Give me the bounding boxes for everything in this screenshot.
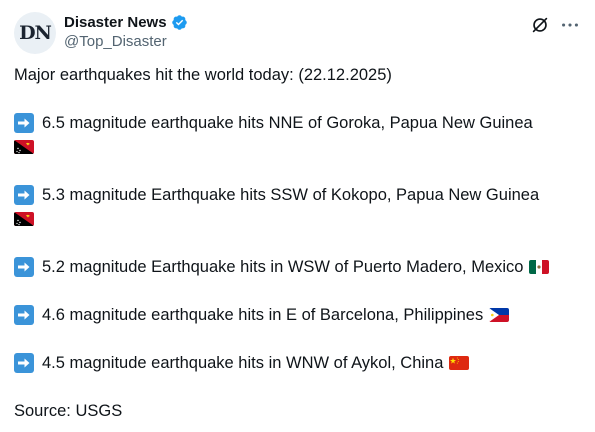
display-name[interactable]: Disaster News (64, 14, 167, 31)
philippines-flag (489, 308, 510, 322)
post-intro: Major earthquakes hit the world today: (… (14, 66, 392, 84)
mexico-flag (529, 260, 550, 274)
item-text: 5.3 magnitude Earthquake hits SSW of Kok… (42, 186, 540, 204)
list-item: 4.6 magnitude earthquake hits in E of Ba… (14, 303, 584, 327)
papua-new-guinea-flag (14, 212, 34, 226)
china-flag (449, 356, 470, 370)
post-body: Major earthquakes hit the world today: (… (14, 63, 584, 423)
grok-icon[interactable] (529, 14, 551, 36)
author-names: Disaster News @Top_Disaster (64, 12, 188, 50)
avatar-logo-text: DN (19, 22, 52, 44)
post-source: Source: USGS (14, 402, 123, 420)
verified-badge-icon (171, 14, 187, 30)
right-arrow-icon (14, 305, 34, 325)
right-arrow-icon (14, 257, 34, 277)
right-arrow-icon (14, 185, 34, 205)
item-text: 6.5 magnitude earthquake hits NNE of Gor… (42, 114, 533, 132)
list-item: 5.3 magnitude Earthquake hits SSW of Kok… (14, 183, 584, 231)
more-options-icon[interactable] (559, 14, 581, 36)
list-item: 4.5 magnitude earthquake hits in WNW of … (14, 351, 584, 375)
item-text: 4.5 magnitude earthquake hits in WNW of … (42, 354, 444, 372)
post-header: DN Disaster News @Top_Disaster (14, 10, 581, 54)
item-text: 5.2 magnitude Earthquake hits in WSW of … (42, 258, 524, 276)
handle[interactable]: @Top_Disaster (64, 33, 188, 50)
right-arrow-icon (14, 113, 34, 133)
list-item: 5.2 magnitude Earthquake hits in WSW of … (14, 255, 584, 279)
avatar[interactable]: DN (14, 12, 56, 54)
list-item: 6.5 magnitude earthquake hits NNE of Gor… (14, 111, 584, 159)
right-arrow-icon (14, 353, 34, 373)
item-text: 4.6 magnitude earthquake hits in E of Ba… (42, 306, 484, 324)
papua-new-guinea-flag (14, 140, 34, 154)
